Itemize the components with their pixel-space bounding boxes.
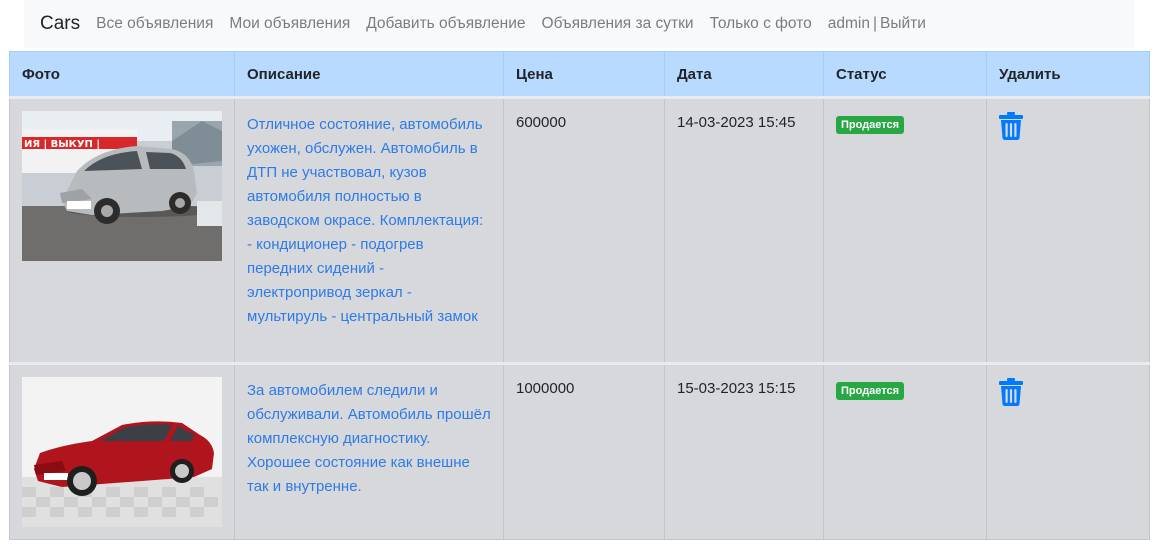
nav-user-area: admin | Выйти (828, 15, 926, 33)
ads-table: Фото Описание Цена Дата Статус Удалить И… (9, 51, 1150, 540)
header-description: Описание (234, 51, 504, 98)
trash-icon[interactable] (999, 112, 1023, 148)
table-row: ИЯ | ВЫКУП | Отличное состояние, автомоб… (9, 96, 1150, 364)
nav-photo-only[interactable]: Только с фото (710, 15, 812, 33)
nav-username[interactable]: admin (828, 15, 870, 33)
brand-link[interactable]: Cars (40, 13, 80, 35)
ad-price: 600000 (516, 114, 567, 131)
car-photo-red-sedan[interactable] (22, 377, 222, 527)
header-delete: Удалить (986, 51, 1150, 98)
nav-all-ads[interactable]: Все объявления (96, 15, 213, 33)
trash-icon[interactable] (999, 378, 1023, 414)
status-badge: Продается (836, 382, 905, 400)
description-cell: Отличное состояние, автомобиль ухожен, о… (234, 96, 504, 364)
ad-date: 15-03-2023 15:15 (677, 380, 796, 397)
car-photo-silver-hatchback[interactable]: ИЯ | ВЫКУП | (22, 111, 222, 261)
price-cell: 600000 (503, 96, 665, 364)
photo-cell (9, 362, 235, 540)
status-cell: Продается (823, 362, 987, 540)
delete-cell (986, 362, 1150, 540)
status-badge: Продается (836, 116, 905, 134)
ad-price: 1000000 (516, 380, 575, 397)
status-cell: Продается (823, 96, 987, 364)
ad-description-link[interactable]: Отличное состояние, автомобиль ухожен, о… (247, 113, 491, 329)
header-date: Дата (664, 51, 824, 98)
nav-separator: | (872, 15, 877, 32)
delete-cell (986, 96, 1150, 364)
svg-text:ИЯ | ВЫКУП |: ИЯ | ВЫКУП | (24, 139, 100, 150)
ad-description-link[interactable]: За автомобилем следили и обслуживали. Ав… (247, 379, 491, 499)
header-photo: Фото (9, 51, 235, 98)
nav-daily-ads[interactable]: Объявления за сутки (542, 15, 694, 33)
nav-my-ads[interactable]: Мои объявления (229, 15, 350, 33)
header-price: Цена (503, 51, 665, 98)
header-status: Статус (823, 51, 987, 98)
price-cell: 1000000 (503, 362, 665, 540)
table-header-row: Фото Описание Цена Дата Статус Удалить (9, 51, 1150, 98)
navbar: Cars Все объявления Мои объявления Добав… (24, 0, 1134, 48)
date-cell: 14-03-2023 15:45 (664, 96, 824, 364)
photo-cell: ИЯ | ВЫКУП | (9, 96, 235, 364)
nav-logout[interactable]: Выйти (880, 15, 926, 33)
ad-date: 14-03-2023 15:45 (677, 114, 796, 131)
date-cell: 15-03-2023 15:15 (664, 362, 824, 540)
description-cell: За автомобилем следили и обслуживали. Ав… (234, 362, 504, 540)
table-row: За автомобилем следили и обслуживали. Ав… (9, 362, 1150, 540)
nav-add-ad[interactable]: Добавить объявление (366, 15, 525, 33)
